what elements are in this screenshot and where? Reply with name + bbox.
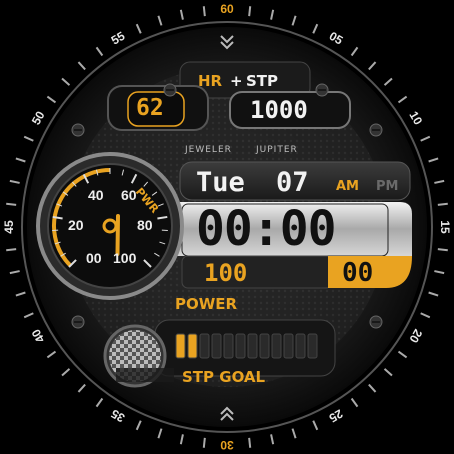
progress-cell [223, 333, 234, 359]
progress-cell [187, 333, 198, 359]
progress-cell [235, 333, 246, 359]
brand-maker: JEWELER [185, 145, 232, 155]
pm-indicator: PM [376, 179, 399, 194]
hr-label: HR [198, 72, 223, 90]
bezel-tick [6, 248, 17, 252]
date-weekday: Tue [196, 167, 245, 198]
bezel-tick [202, 6, 206, 17]
brand-model: JUPITER [256, 145, 298, 155]
progress-cell [175, 333, 186, 359]
gauge-tick-80: 80 [137, 217, 153, 233]
gauge-tick-40: 40 [88, 187, 104, 203]
progress-cell [247, 333, 258, 359]
plus-label: + [230, 72, 243, 90]
bezel-tick [248, 437, 252, 448]
bezel-minute-label: 60 [220, 2, 234, 16]
bezel-minute-label: 30 [220, 438, 234, 452]
bezel-tick [6, 202, 17, 206]
am-indicator: AM [336, 179, 359, 194]
gauge-hub [102, 218, 118, 234]
date-day: 07 [276, 167, 309, 198]
seconds-value: 00 [342, 258, 374, 288]
steps-value: 1000 [250, 96, 308, 124]
bezel-tick [248, 6, 252, 17]
progress-cell [211, 333, 222, 359]
bezel-minute-label: 15 [438, 220, 452, 234]
bezel-tick [437, 248, 448, 252]
gauge-needle [115, 214, 120, 256]
progress-cell [199, 333, 210, 359]
steps-goal-label-bg [116, 368, 174, 382]
progress-cell [295, 333, 306, 359]
time-display: 00:00 [196, 201, 336, 257]
bezel-tick [437, 202, 448, 206]
power-label: POWER [175, 295, 238, 313]
heart-rate-value: 62 [136, 95, 164, 121]
progress-cell [283, 333, 294, 359]
stp-label: STP [246, 72, 279, 90]
bezel-minute-label: 45 [2, 220, 16, 234]
progress-cell [307, 333, 318, 359]
gauge-tick-00: 00 [86, 250, 102, 266]
progress-cell [259, 333, 270, 359]
gauge-tick-100: 100 [113, 250, 137, 266]
bezel-tick [202, 437, 206, 448]
power-value: 100 [204, 259, 248, 287]
progress-cell [271, 333, 282, 359]
gauge-tick-20: 20 [68, 217, 84, 233]
steps-goal-label: STP GOAL [182, 368, 266, 386]
